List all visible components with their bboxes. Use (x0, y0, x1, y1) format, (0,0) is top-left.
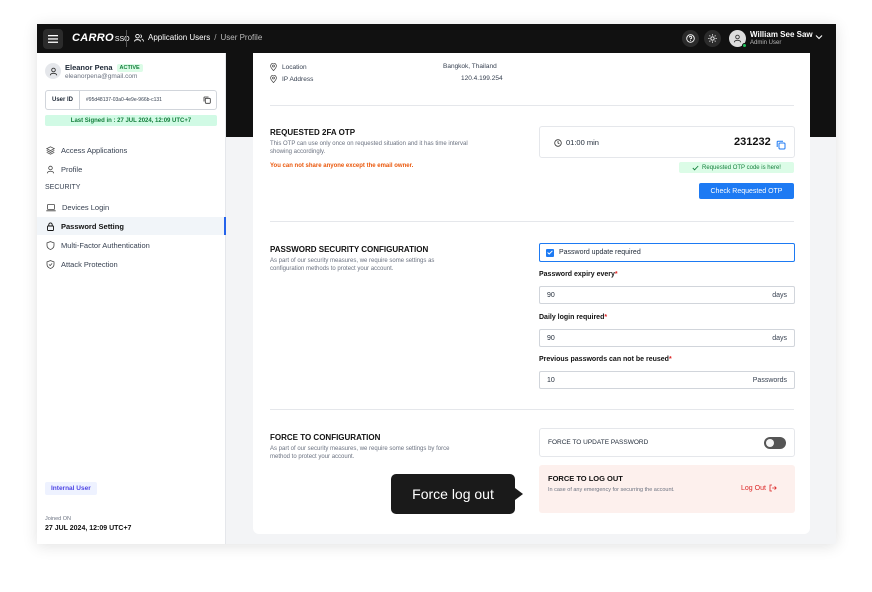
lock-icon (47, 222, 54, 231)
copy-otp-button[interactable] (776, 137, 786, 155)
joined-value: 27 JUL 2024, 12:09 UTC+7 (45, 525, 132, 532)
user-id-box: User ID #95d48137-03a0-4e9e-966b-c131 (45, 90, 217, 110)
breadcrumb-current: User Profile (220, 33, 263, 42)
divider (126, 30, 127, 47)
shield-icon (46, 240, 55, 250)
shield-check-icon (46, 259, 55, 269)
otp-timer: 01:00 min (554, 138, 599, 147)
password-expiry-input[interactable]: 90 days (539, 286, 795, 304)
user-icon (733, 34, 742, 43)
hamburger-icon (48, 35, 58, 43)
clock-icon (554, 138, 562, 147)
profile-name: Eleanor Pena (65, 63, 113, 72)
divider (270, 409, 794, 410)
divider (270, 105, 794, 106)
copy-icon (203, 96, 211, 104)
check-icon (692, 165, 699, 170)
otp-description: This OTP can use only once on requested … (270, 141, 468, 155)
theme-button[interactable] (704, 30, 721, 47)
user-name: William See Saw (750, 30, 813, 39)
chevron-down-icon[interactable] (815, 34, 823, 40)
password-expiry-label: Password expiry every* (539, 271, 618, 278)
checkbox-checked[interactable] (546, 248, 554, 257)
user-id-value: #95d48137-03a0-4e9e-966b-c131 (86, 97, 162, 103)
force-logout-box: FORCE TO LOG OUT In case of any emergenc… (539, 465, 795, 513)
laptop-icon (46, 203, 56, 211)
avatar[interactable] (729, 30, 747, 48)
internal-user-badge: Internal User (45, 482, 97, 495)
sidebar-item-attack-protection[interactable]: Attack Protection (37, 255, 226, 273)
logout-icon (769, 484, 777, 492)
force-logout-description: In case of any emergency for securring t… (548, 487, 675, 493)
online-indicator (742, 43, 747, 48)
location-pin-icon (270, 75, 277, 83)
location-value: Bangkok, Thailand (443, 63, 497, 70)
user-icon (46, 165, 55, 173)
profile-name-row: Eleanor Pena ACTIVE (65, 63, 143, 72)
status-badge: ACTIVE (116, 63, 143, 72)
divider (270, 221, 794, 222)
user-menu[interactable]: William See Saw Admin User (750, 30, 813, 46)
force-update-password-row: FORCE TO UPDATE PASSWORD (539, 428, 795, 457)
copy-user-id-button[interactable] (203, 96, 211, 104)
ip-value: 120.4.199.254 (461, 75, 503, 82)
previous-passwords-input[interactable]: 10 Passwords (539, 371, 795, 389)
force-config-description: As part of our security measures, we req… (270, 446, 450, 460)
user-role: Admin User (750, 40, 782, 46)
profile-email: eleanorpena@gmail.com (65, 73, 138, 80)
daily-login-label: Daily login required* (539, 314, 608, 321)
password-update-required-checkbox[interactable]: Password update required (539, 243, 795, 262)
otp-notice: Requested OTP code is here! (679, 162, 794, 173)
otp-title: REQUESTED 2FA OTP (270, 128, 356, 137)
otp-box: 01:00 min 231232 (539, 126, 795, 158)
layers-icon (46, 145, 55, 155)
users-icon (134, 33, 144, 42)
copy-icon (776, 140, 786, 150)
help-button[interactable] (682, 30, 699, 47)
force-update-password-toggle[interactable] (764, 436, 786, 449)
settings-card: Location Bangkok, Thailand IP Address 12… (253, 53, 810, 534)
check-requested-otp-button[interactable]: Check Requested OTP (699, 183, 794, 199)
last-signed-in: Last Signed in : 27 JUL 2024, 12:09 UTC+… (45, 115, 217, 126)
force-update-password-label: FORCE TO UPDATE PASSWORD (548, 439, 649, 446)
logo[interactable]: CARROSSO (72, 32, 130, 44)
profile-avatar (45, 63, 61, 79)
user-icon (49, 67, 57, 75)
user-id-label: User ID (46, 91, 81, 109)
sidebar-item-devices-login[interactable]: Devices Login (37, 198, 226, 216)
otp-warning: You can not share anyone except the emai… (270, 163, 414, 169)
location-row: Location (270, 63, 307, 71)
sidebar-item-profile[interactable]: Profile (37, 160, 226, 178)
sidebar-item-password-setting[interactable]: Password Setting (37, 217, 226, 235)
breadcrumb-section[interactable]: Application Users (148, 33, 210, 42)
breadcrumb: Application Users / User Profile (134, 33, 262, 42)
password-config-title: PASSWORD SECURITY CONFIGURATION (270, 245, 429, 254)
help-icon (686, 34, 695, 43)
password-config-description: As part of our security measures, we req… (270, 258, 435, 272)
otp-code: 231232 (734, 136, 771, 148)
force-logout-tooltip: Force log out (391, 474, 523, 514)
menu-button[interactable] (43, 29, 63, 49)
force-logout-title: FORCE TO LOG OUT (548, 474, 623, 483)
logout-button[interactable]: Log Out (741, 484, 777, 492)
daily-login-input[interactable]: 90 days (539, 329, 795, 347)
sidebar-item-multi-factor-authentication[interactable]: Multi-Factor Authentication (37, 236, 226, 254)
nav-section-security: SECURITY (45, 184, 81, 191)
sidebar: Eleanor Pena ACTIVE eleanorpena@gmail.co… (37, 53, 226, 544)
check-icon (547, 250, 553, 255)
location-pin-icon (270, 63, 277, 71)
joined-label: Joined ON (45, 516, 71, 522)
top-bar: CARROSSO Application Users / User Profil… (37, 24, 836, 53)
ip-row: IP Address (270, 75, 313, 83)
force-config-title: FORCE TO CONFIGURATION (270, 433, 381, 442)
previous-passwords-label: Previous passwords can not be reused* (539, 356, 672, 363)
app-window: CARROSSO Application Users / User Profil… (37, 24, 836, 544)
sun-icon (708, 34, 717, 43)
sidebar-item-access-applications[interactable]: Access Applications (37, 141, 226, 159)
